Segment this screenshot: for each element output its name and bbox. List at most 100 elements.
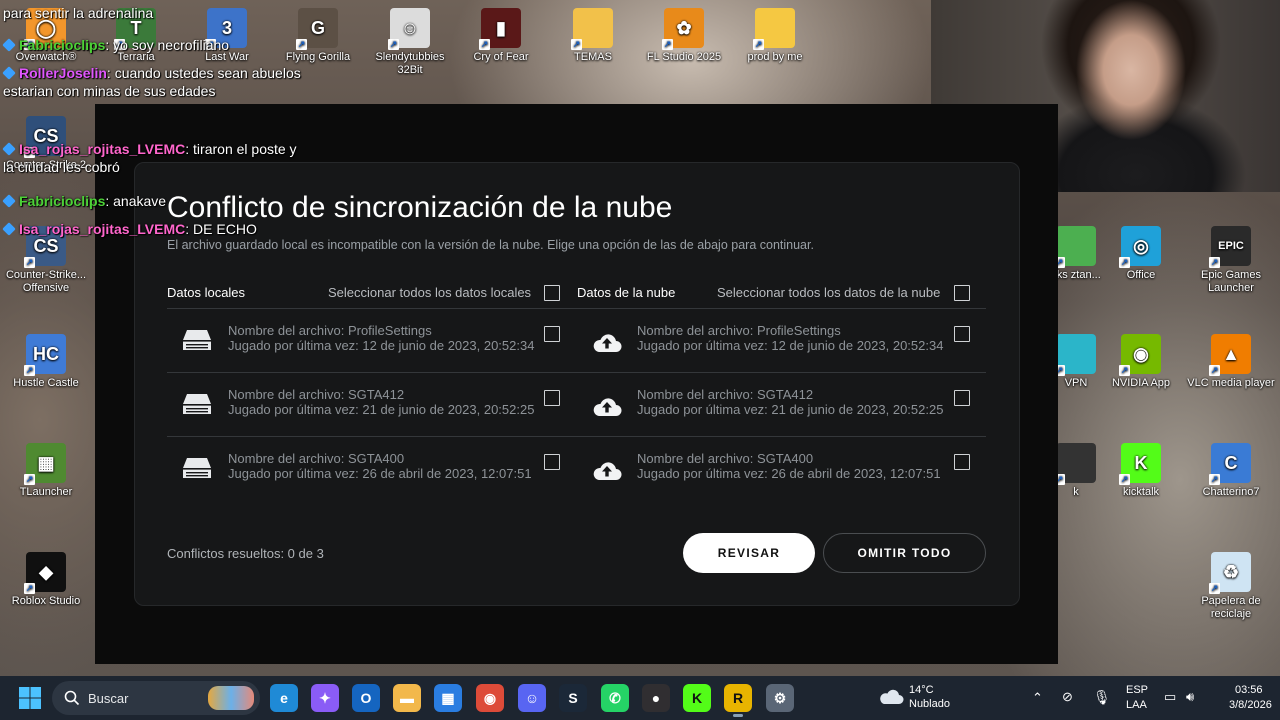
desktop-icon-cry-of-fear[interactable]: ▮ ↗ Cry of Fear	[455, 8, 547, 64]
obs-icon[interactable]: ●	[642, 684, 670, 712]
skip-all-button[interactable]: OMITIR TODO	[823, 533, 986, 573]
cloud-file-checkbox[interactable]	[954, 454, 970, 470]
desktop-icon-label: TEMAS	[574, 51, 612, 63]
nvidia-app-icon: ◉ ↗	[1119, 334, 1161, 376]
desktop-icon-office[interactable]: ◎ ↗ Office	[1095, 226, 1187, 282]
cloud-upload-icon	[592, 455, 622, 485]
desktop-icon-chatterino7[interactable]: C ↗ Chatterino7	[1185, 443, 1277, 499]
desktop-icon-papelera-de-reciclaje[interactable]: ♻ ↗ Papelera de reciclaje	[1185, 552, 1277, 621]
chat-badge-icon	[2, 142, 16, 156]
cloud-file-name: Nombre del archivo: ProfileSettings	[637, 323, 841, 338]
chat-username: RollerJoselin	[19, 65, 107, 81]
settings-icon[interactable]: ⚙	[766, 684, 794, 712]
clock-time[interactable]: 03:56	[1235, 684, 1263, 696]
file-explorer-icon[interactable]: ▬	[393, 684, 421, 712]
local-file-checkbox[interactable]	[544, 326, 560, 342]
local-file-date: Jugado por última vez: 26 de abril de 20…	[228, 466, 532, 481]
chat-text: : yo soy necrofiliano	[105, 37, 230, 53]
chat-username: Isa_rojas_rojitas_LVEMC	[19, 141, 186, 157]
discord-icon[interactable]: ☺	[518, 684, 546, 712]
shortcut-arrow-icon: ↗	[753, 39, 764, 50]
desktop-icon-label: kicktalk	[1122, 486, 1160, 498]
chrome-icon[interactable]: ◉	[476, 684, 504, 712]
cloud-file-checkbox[interactable]	[954, 326, 970, 342]
hustle-castle-icon: HC ↗	[24, 334, 66, 376]
cloud-upload-icon	[592, 391, 622, 421]
dialog-description: El archivo guardado local es incompatibl…	[167, 238, 814, 252]
desktop-icon-kicktalk[interactable]: K ↗ kicktalk	[1095, 443, 1187, 499]
windows-start-icon[interactable]	[18, 686, 42, 710]
taskbar-search-box[interactable]: Buscar	[52, 681, 260, 715]
office-icon: ◎ ↗	[1119, 226, 1161, 268]
cloud-file-name: Nombre del archivo: SGTA400	[637, 451, 814, 466]
desktop-icon-label: Papelera de reciclaje	[1201, 595, 1261, 620]
copilot-icon[interactable]: ✦	[311, 684, 339, 712]
epic-games-launcher-icon: EPIC ↗	[1209, 226, 1251, 268]
desktop-icon-prod-by-me[interactable]: ↗ prod by me	[729, 8, 821, 64]
cloud-file-date: Jugado por última vez: 26 de abril de 20…	[637, 466, 941, 481]
cloud-file-name: Nombre del archivo: SGTA412	[637, 387, 814, 402]
desktop-icon-label: Chatterino7	[1202, 486, 1260, 498]
desktop-icon-label: Hustle Castle	[13, 377, 79, 389]
cry-of-fear-icon: ▮ ↗	[479, 8, 521, 50]
store-icon[interactable]: ▦	[434, 684, 462, 712]
shortcut-arrow-icon: ↗	[24, 257, 35, 268]
tlauncher-icon: ▦ ↗	[24, 443, 66, 485]
desktop-icon-nvidia-app[interactable]: ◉ ↗ NVIDIA App	[1095, 334, 1187, 390]
desktop-icon-epic-games-launcher[interactable]: EPIC ↗ Epic Games Launcher	[1185, 226, 1277, 295]
desktop-icon-slendytubbies-32bit[interactable]: ☺ ↗ Slendytubbies 32Bit	[364, 8, 456, 77]
chat-text: para sentir la adrenalina	[3, 5, 154, 21]
select-all-local-checkbox[interactable]	[544, 285, 560, 301]
papelera-de-reciclaje-icon: ♻ ↗	[1209, 552, 1251, 594]
clock-date[interactable]: 3/8/2026	[1229, 699, 1272, 711]
outlook-icon[interactable]: O	[352, 684, 380, 712]
select-all-cloud-checkbox[interactable]	[954, 285, 970, 301]
fl-studio-2025-icon: ✿ ↗	[662, 8, 704, 50]
chat-badge-icon	[2, 66, 16, 80]
k-icon: ↗	[1054, 443, 1096, 485]
display-icon[interactable]: ▭	[1164, 689, 1176, 705]
slendytubbies-32bit-icon: ☺ ↗	[388, 8, 430, 50]
chevron-up-icon[interactable]: ⌃	[1032, 690, 1043, 706]
desktop-icon-roblox-studio[interactable]: ◆ ↗ Roblox Studio	[0, 552, 92, 608]
chat-badge-icon	[2, 38, 16, 52]
kick-icon[interactable]: K	[683, 684, 711, 712]
local-file-name: Nombre del archivo: SGTA412	[228, 387, 405, 402]
weather-cloud-icon	[880, 689, 904, 704]
desktop-icon-vlc-media-player[interactable]: ▲ ↗ VLC media player	[1185, 334, 1277, 390]
shortcut-arrow-icon: ↗	[479, 39, 490, 50]
search-icon	[64, 690, 80, 706]
local-drive-icon	[182, 325, 212, 355]
cloud-file-date: Jugado por última vez: 21 de junio de 20…	[637, 402, 944, 417]
prod-by-me-icon: ↗	[753, 8, 795, 50]
volume-icon[interactable]: 🔊︎	[1186, 689, 1194, 705]
desktop-icon-hustle-castle[interactable]: HC ↗ Hustle Castle	[0, 334, 92, 390]
keyboard-layout[interactable]: LAA	[1126, 699, 1147, 711]
edge-icon[interactable]: e	[270, 684, 298, 712]
shortcut-arrow-icon: ↗	[24, 583, 35, 594]
weather-description[interactable]: Nublado	[909, 698, 950, 710]
desktop-icon-fl-studio-2025[interactable]: ✿ ↗ FL Studio 2025	[638, 8, 730, 64]
weather-temperature[interactable]: 14°C	[909, 684, 934, 696]
roblox-app-icon[interactable]: R	[724, 684, 752, 717]
local-file-checkbox[interactable]	[544, 454, 560, 470]
select-all-cloud-label: Seleccionar todos los datos de la nube	[717, 285, 941, 300]
desktop-icon-temas[interactable]: ↗ TEMAS	[547, 8, 639, 64]
chat-username: Fabricioclips	[19, 37, 106, 53]
steam-icon[interactable]: S	[559, 684, 587, 712]
desktop-icon-label: FL Studio 2025	[646, 51, 722, 63]
microphone-icon[interactable]: 🎙︎	[1093, 689, 1111, 706]
local-data-header: Datos locales	[167, 285, 246, 300]
language-code[interactable]: ESP	[1126, 684, 1148, 696]
cloud-file-checkbox[interactable]	[954, 390, 970, 406]
chat-message: Fabricioclips: anakave	[2, 192, 303, 210]
desktop-icon-label: Office	[1126, 269, 1156, 281]
local-drive-icon	[182, 389, 212, 419]
select-all-local-label: Seleccionar todos los datos locales	[328, 285, 532, 300]
network-off-icon[interactable]: ⊘	[1062, 689, 1073, 705]
whatsapp-icon[interactable]: ✆	[601, 684, 629, 712]
review-button[interactable]: REVISAR	[683, 533, 815, 573]
flying-gorilla-icon: G ↗	[296, 8, 338, 50]
local-file-checkbox[interactable]	[544, 390, 560, 406]
desktop-icon-tlauncher[interactable]: ▦ ↗ TLauncher	[0, 443, 92, 499]
